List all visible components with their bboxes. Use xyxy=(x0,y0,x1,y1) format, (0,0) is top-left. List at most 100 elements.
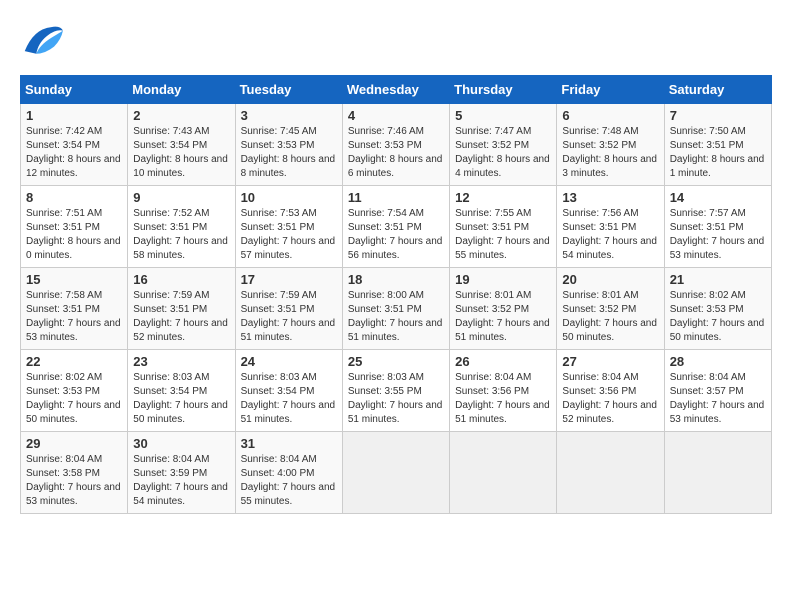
day-info: Sunrise: 8:04 AMSunset: 3:58 PMDaylight:… xyxy=(26,453,122,509)
calendar-cell xyxy=(450,432,557,514)
day-number: 21 xyxy=(670,272,766,287)
day-info: Sunrise: 8:04 AMSunset: 4:00 PMDaylight:… xyxy=(241,453,337,509)
day-info: Sunrise: 7:58 AMSunset: 3:51 PMDaylight:… xyxy=(26,289,122,345)
day-number: 5 xyxy=(455,108,551,123)
calendar-cell: 30 Sunrise: 8:04 AMSunset: 3:59 PMDayligh… xyxy=(128,432,235,514)
day-info: Sunrise: 7:52 AMSunset: 3:51 PMDaylight:… xyxy=(133,207,229,263)
day-info: Sunrise: 7:42 AMSunset: 3:54 PMDaylight:… xyxy=(26,125,122,181)
day-number: 7 xyxy=(670,108,766,123)
day-number: 11 xyxy=(348,190,444,205)
column-header-saturday: Saturday xyxy=(664,76,771,104)
calendar-cell xyxy=(342,432,449,514)
day-info: Sunrise: 8:04 AMSunset: 3:57 PMDaylight:… xyxy=(670,371,766,427)
day-info: Sunrise: 7:55 AMSunset: 3:51 PMDaylight:… xyxy=(455,207,551,263)
day-info: Sunrise: 8:01 AMSunset: 3:52 PMDaylight:… xyxy=(562,289,658,345)
day-number: 14 xyxy=(670,190,766,205)
day-number: 13 xyxy=(562,190,658,205)
day-number: 17 xyxy=(241,272,337,287)
day-number: 22 xyxy=(26,354,122,369)
calendar-cell: 2 Sunrise: 7:43 AMSunset: 3:54 PMDaylight… xyxy=(128,104,235,186)
day-info: Sunrise: 7:56 AMSunset: 3:51 PMDaylight:… xyxy=(562,207,658,263)
page-header xyxy=(20,20,772,65)
day-number: 29 xyxy=(26,436,122,451)
calendar-cell: 20Sunrise: 8:01 AMSunset: 3:52 PMDayligh… xyxy=(557,268,664,350)
day-number: 2 xyxy=(133,108,229,123)
day-info: Sunrise: 7:54 AMSunset: 3:51 PMDaylight:… xyxy=(348,207,444,263)
calendar-cell: 13 Sunrise: 7:56 AMSunset: 3:51 PMDayligh… xyxy=(557,186,664,268)
day-info: Sunrise: 8:03 AMSunset: 3:54 PMDaylight:… xyxy=(133,371,229,427)
day-number: 12 xyxy=(455,190,551,205)
column-header-friday: Friday xyxy=(557,76,664,104)
day-info: Sunrise: 8:04 AMSunset: 3:56 PMDaylight:… xyxy=(455,371,551,427)
day-info: Sunrise: 7:47 AMSunset: 3:52 PMDaylight:… xyxy=(455,125,551,181)
calendar-cell: 4 Sunrise: 7:46 AMSunset: 3:53 PMDaylight… xyxy=(342,104,449,186)
calendar-week-row: 22 Sunrise: 8:02 AMSunset: 3:53 PMDayligh… xyxy=(21,350,772,432)
calendar-cell: 17 Sunrise: 7:59 AMSunset: 3:51 PMDayligh… xyxy=(235,268,342,350)
day-info: Sunrise: 7:59 AMSunset: 3:51 PMDaylight:… xyxy=(241,289,337,345)
day-number: 28 xyxy=(670,354,766,369)
column-header-wednesday: Wednesday xyxy=(342,76,449,104)
day-number: 1 xyxy=(26,108,122,123)
calendar-cell: 28 Sunrise: 8:04 AMSunset: 3:57 PMDayligh… xyxy=(664,350,771,432)
day-info: Sunrise: 7:48 AMSunset: 3:52 PMDaylight:… xyxy=(562,125,658,181)
day-info: Sunrise: 8:04 AMSunset: 3:56 PMDaylight:… xyxy=(562,371,658,427)
calendar-cell xyxy=(664,432,771,514)
day-number: 10 xyxy=(241,190,337,205)
calendar-cell: 11 Sunrise: 7:54 AMSunset: 3:51 PMDayligh… xyxy=(342,186,449,268)
day-number: 18 xyxy=(348,272,444,287)
calendar-table: SundayMondayTuesdayWednesdayThursdayFrid… xyxy=(20,75,772,514)
logo xyxy=(20,20,67,65)
calendar-cell: 18 Sunrise: 8:00 AMSunset: 3:51 PMDayligh… xyxy=(342,268,449,350)
calendar-cell: 27 Sunrise: 8:04 AMSunset: 3:56 PMDayligh… xyxy=(557,350,664,432)
calendar-cell: 29 Sunrise: 8:04 AMSunset: 3:58 PMDayligh… xyxy=(21,432,128,514)
calendar-cell: 14 Sunrise: 7:57 AMSunset: 3:51 PMDayligh… xyxy=(664,186,771,268)
calendar-cell: 25 Sunrise: 8:03 AMSunset: 3:55 PMDayligh… xyxy=(342,350,449,432)
day-number: 4 xyxy=(348,108,444,123)
day-info: Sunrise: 8:04 AMSunset: 3:59 PMDaylight:… xyxy=(133,453,229,509)
day-info: Sunrise: 8:02 AMSunset: 3:53 PMDaylight:… xyxy=(26,371,122,427)
calendar-cell: 24 Sunrise: 8:03 AMSunset: 3:54 PMDayligh… xyxy=(235,350,342,432)
calendar-cell: 5 Sunrise: 7:47 AMSunset: 3:52 PMDaylight… xyxy=(450,104,557,186)
day-info: Sunrise: 8:03 AMSunset: 3:54 PMDaylight:… xyxy=(241,371,337,427)
day-info: Sunrise: 7:43 AMSunset: 3:54 PMDaylight:… xyxy=(133,125,229,181)
day-info: Sunrise: 7:53 AMSunset: 3:51 PMDaylight:… xyxy=(241,207,337,263)
day-number: 25 xyxy=(348,354,444,369)
calendar-week-row: 29 Sunrise: 8:04 AMSunset: 3:58 PMDayligh… xyxy=(21,432,772,514)
calendar-cell xyxy=(557,432,664,514)
column-header-tuesday: Tuesday xyxy=(235,76,342,104)
calendar-cell: 7Sunrise: 7:50 AMSunset: 3:51 PMDaylight… xyxy=(664,104,771,186)
day-info: Sunrise: 7:57 AMSunset: 3:51 PMDaylight:… xyxy=(670,207,766,263)
calendar-cell: 21 Sunrise: 8:02 AMSunset: 3:53 PMDayligh… xyxy=(664,268,771,350)
day-number: 15 xyxy=(26,272,122,287)
calendar-header-row: SundayMondayTuesdayWednesdayThursdayFrid… xyxy=(21,76,772,104)
calendar-week-row: 8Sunrise: 7:51 AMSunset: 3:51 PMDaylight… xyxy=(21,186,772,268)
day-info: Sunrise: 8:01 AMSunset: 3:52 PMDaylight:… xyxy=(455,289,551,345)
day-number: 27 xyxy=(562,354,658,369)
day-number: 26 xyxy=(455,354,551,369)
calendar-cell: 22 Sunrise: 8:02 AMSunset: 3:53 PMDayligh… xyxy=(21,350,128,432)
calendar-cell: 12 Sunrise: 7:55 AMSunset: 3:51 PMDayligh… xyxy=(450,186,557,268)
calendar-cell: 23 Sunrise: 8:03 AMSunset: 3:54 PMDayligh… xyxy=(128,350,235,432)
day-info: Sunrise: 8:00 AMSunset: 3:51 PMDaylight:… xyxy=(348,289,444,345)
calendar-cell: 15 Sunrise: 7:58 AMSunset: 3:51 PMDayligh… xyxy=(21,268,128,350)
day-info: Sunrise: 7:46 AMSunset: 3:53 PMDaylight:… xyxy=(348,125,444,181)
calendar-cell: 10 Sunrise: 7:53 AMSunset: 3:51 PMDayligh… xyxy=(235,186,342,268)
day-number: 31 xyxy=(241,436,337,451)
calendar-cell: 1 Sunrise: 7:42 AMSunset: 3:54 PMDaylight… xyxy=(21,104,128,186)
calendar-cell: 16Sunrise: 7:59 AMSunset: 3:51 PMDayligh… xyxy=(128,268,235,350)
column-header-monday: Monday xyxy=(128,76,235,104)
day-number: 6 xyxy=(562,108,658,123)
day-number: 8 xyxy=(26,190,122,205)
day-number: 30 xyxy=(133,436,229,451)
day-number: 9 xyxy=(133,190,229,205)
day-number: 23 xyxy=(133,354,229,369)
day-number: 3 xyxy=(241,108,337,123)
calendar-cell: 19Sunrise: 8:01 AMSunset: 3:52 PMDayligh… xyxy=(450,268,557,350)
day-info: Sunrise: 8:02 AMSunset: 3:53 PMDaylight:… xyxy=(670,289,766,345)
day-info: Sunrise: 8:03 AMSunset: 3:55 PMDaylight:… xyxy=(348,371,444,427)
day-number: 24 xyxy=(241,354,337,369)
day-number: 16 xyxy=(133,272,229,287)
calendar-cell: 8Sunrise: 7:51 AMSunset: 3:51 PMDaylight… xyxy=(21,186,128,268)
calendar-cell: 26 Sunrise: 8:04 AMSunset: 3:56 PMDayligh… xyxy=(450,350,557,432)
calendar-week-row: 15 Sunrise: 7:58 AMSunset: 3:51 PMDayligh… xyxy=(21,268,772,350)
